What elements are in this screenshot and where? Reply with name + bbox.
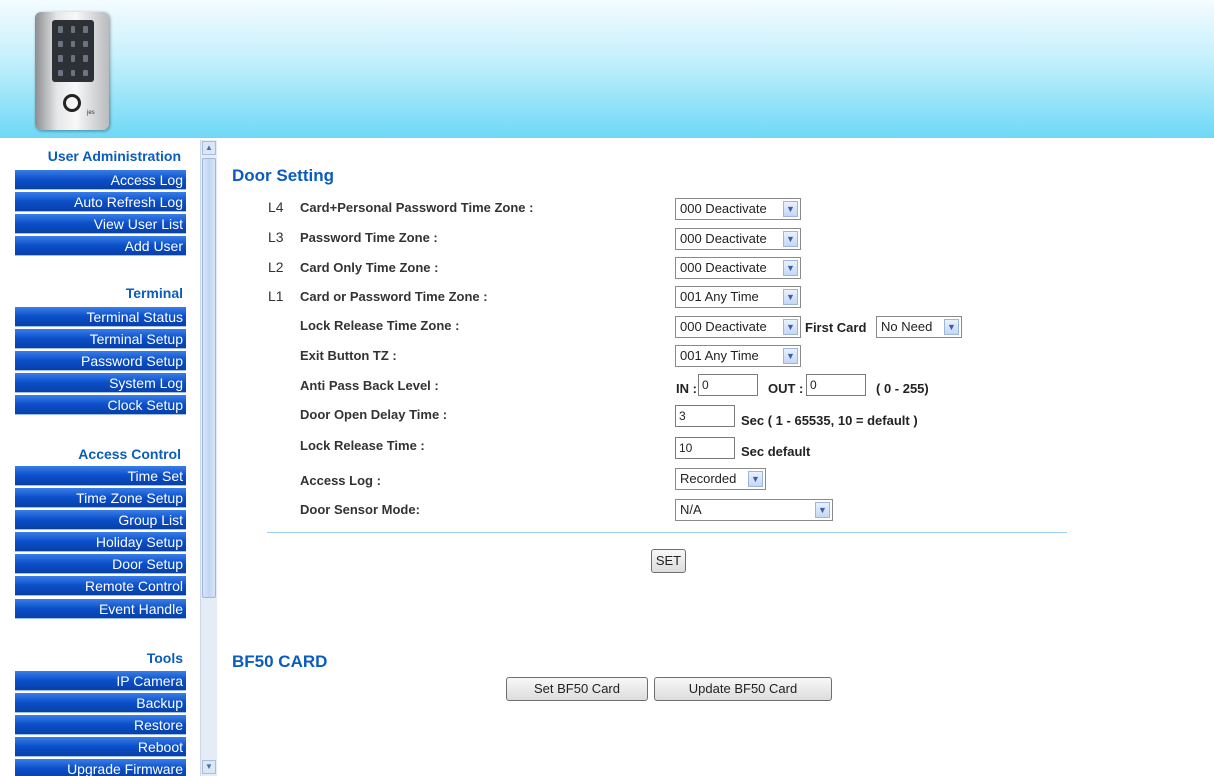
select-value: 001 Any Time — [680, 348, 759, 363]
anti-pass-back-in-input[interactable]: 0 — [698, 374, 758, 396]
device-image: jes — [35, 12, 109, 130]
in-label: IN : — [676, 381, 697, 396]
sidebar-scrollbar[interactable]: ▲ ▼ — [200, 140, 217, 776]
select-exit-button-tz[interactable]: 001 Any Time ▼ — [675, 345, 801, 367]
label-door-sensor-mode: Door Sensor Mode: — [300, 502, 420, 517]
door-open-delay-hint: Sec ( 1 - 65535, 10 = default ) — [741, 413, 918, 428]
divider — [267, 532, 1067, 533]
nav-time-zone-setup[interactable]: Time Zone Setup — [15, 488, 186, 508]
chevron-down-icon: ▼ — [944, 319, 959, 335]
label-card-or-password-tz: Card or Password Time Zone : — [300, 289, 488, 304]
nav-remote-control[interactable]: Remote Control — [15, 576, 186, 596]
select-value: 000 Deactivate — [680, 319, 767, 334]
nav-event-handle[interactable]: Event Handle — [15, 599, 186, 619]
select-card-or-password-tz[interactable]: 001 Any Time ▼ — [675, 286, 801, 308]
nav-terminal-status[interactable]: Terminal Status — [15, 307, 186, 327]
chevron-down-icon: ▼ — [748, 471, 763, 487]
select-value: 001 Any Time — [680, 289, 759, 304]
label-access-log: Access Log : — [300, 473, 381, 488]
out-label: OUT : — [768, 381, 804, 396]
section-title-user-administration: User Administration — [47, 148, 181, 164]
lock-release-time-input[interactable]: 10 — [675, 437, 735, 459]
label-exit-button-tz: Exit Button TZ : — [300, 348, 397, 363]
nav-reboot[interactable]: Reboot — [15, 737, 186, 757]
select-access-log[interactable]: Recorded ▼ — [675, 468, 766, 490]
select-password-tz[interactable]: 000 Deactivate ▼ — [675, 228, 801, 250]
door-open-delay-input[interactable]: 3 — [675, 405, 735, 427]
nav-ip-camera[interactable]: IP Camera — [15, 671, 186, 691]
nav-add-user[interactable]: Add User — [15, 236, 186, 256]
level-label-l4: L4 — [268, 199, 284, 215]
door-setting-title: Door Setting — [232, 166, 334, 185]
select-value: 000 Deactivate — [680, 260, 767, 275]
section-title-tools: Tools — [146, 650, 183, 666]
level-label-l3: L3 — [268, 229, 284, 245]
header-banner: jes — [0, 0, 1214, 138]
first-card-label: First Card — [805, 320, 867, 335]
set-button[interactable]: SET — [651, 549, 686, 573]
select-door-sensor-mode[interactable]: N/A ▼ — [675, 499, 833, 521]
nav-terminal-setup[interactable]: Terminal Setup — [15, 329, 186, 349]
scrollbar-thumb[interactable] — [202, 158, 216, 598]
label-card-personal-password-tz: Card+Personal Password Time Zone : — [300, 200, 534, 215]
select-value: No Need — [881, 319, 933, 334]
nav-clock-setup[interactable]: Clock Setup — [15, 395, 186, 415]
label-lock-release-tz: Lock Release Time Zone : — [300, 318, 460, 333]
nav-upgrade-firmware[interactable]: Upgrade Firmware — [15, 759, 186, 776]
nav-access-log[interactable]: Access Log — [15, 170, 186, 190]
nav-door-setup[interactable]: Door Setup — [15, 554, 186, 574]
lock-release-time-hint: Sec default — [741, 444, 811, 459]
sidebar: User Administration Access Log Auto Refr… — [0, 144, 200, 776]
select-value: 000 Deactivate — [680, 231, 767, 246]
nav-group-list[interactable]: Group List — [15, 510, 186, 530]
nav-holiday-setup[interactable]: Holiday Setup — [15, 532, 186, 552]
nav-auto-refresh-log[interactable]: Auto Refresh Log — [15, 192, 186, 212]
scroll-down-icon[interactable]: ▼ — [202, 760, 216, 774]
level-label-l2: L2 — [268, 259, 284, 275]
chevron-down-icon: ▼ — [783, 201, 798, 217]
label-password-tz: Password Time Zone : — [300, 230, 438, 245]
nav-password-setup[interactable]: Password Setup — [15, 351, 186, 371]
set-bf50-card-button[interactable]: Set BF50 Card — [506, 677, 648, 701]
section-title-terminal: Terminal — [125, 285, 183, 301]
anti-pass-back-out-input[interactable]: 0 — [806, 374, 866, 396]
select-value: Recorded — [680, 471, 737, 486]
chevron-down-icon: ▼ — [783, 231, 798, 247]
chevron-down-icon: ▼ — [783, 289, 798, 305]
level-label-l1: L1 — [268, 288, 284, 304]
select-value: N/A — [680, 502, 702, 517]
section-title-access-control: Access Control — [78, 446, 181, 462]
select-card-only-tz[interactable]: 000 Deactivate ▼ — [675, 257, 801, 279]
bf50-card-title: BF50 CARD — [232, 652, 328, 671]
label-anti-pass-back: Anti Pass Back Level : — [300, 378, 439, 393]
label-card-only-tz: Card Only Time Zone : — [300, 260, 439, 275]
nav-system-log[interactable]: System Log — [15, 373, 186, 393]
chevron-down-icon: ▼ — [783, 348, 798, 364]
nav-backup[interactable]: Backup — [15, 693, 186, 713]
label-door-open-delay: Door Open Delay Time : — [300, 407, 448, 422]
anti-pass-back-range: ( 0 - 255) — [876, 381, 929, 396]
select-lock-release-tz[interactable]: 000 Deactivate ▼ — [675, 316, 801, 338]
chevron-down-icon: ▼ — [783, 319, 798, 335]
select-value: 000 Deactivate — [680, 201, 767, 216]
nav-time-set[interactable]: Time Set — [15, 466, 186, 486]
device-brand: jes — [87, 110, 95, 116]
select-first-card[interactable]: No Need ▼ — [876, 316, 962, 338]
nav-view-user-list[interactable]: View User List — [15, 214, 186, 234]
label-lock-release-time: Lock Release Time : — [300, 438, 425, 453]
scroll-up-icon[interactable]: ▲ — [202, 141, 216, 155]
keypad-graphic — [52, 20, 94, 82]
device-logo-icon — [63, 94, 81, 112]
chevron-down-icon: ▼ — [783, 260, 798, 276]
chevron-down-icon: ▼ — [815, 502, 830, 518]
select-card-personal-password-tz[interactable]: 000 Deactivate ▼ — [675, 198, 801, 220]
update-bf50-card-button[interactable]: Update BF50 Card — [654, 677, 832, 701]
nav-restore[interactable]: Restore — [15, 715, 186, 735]
